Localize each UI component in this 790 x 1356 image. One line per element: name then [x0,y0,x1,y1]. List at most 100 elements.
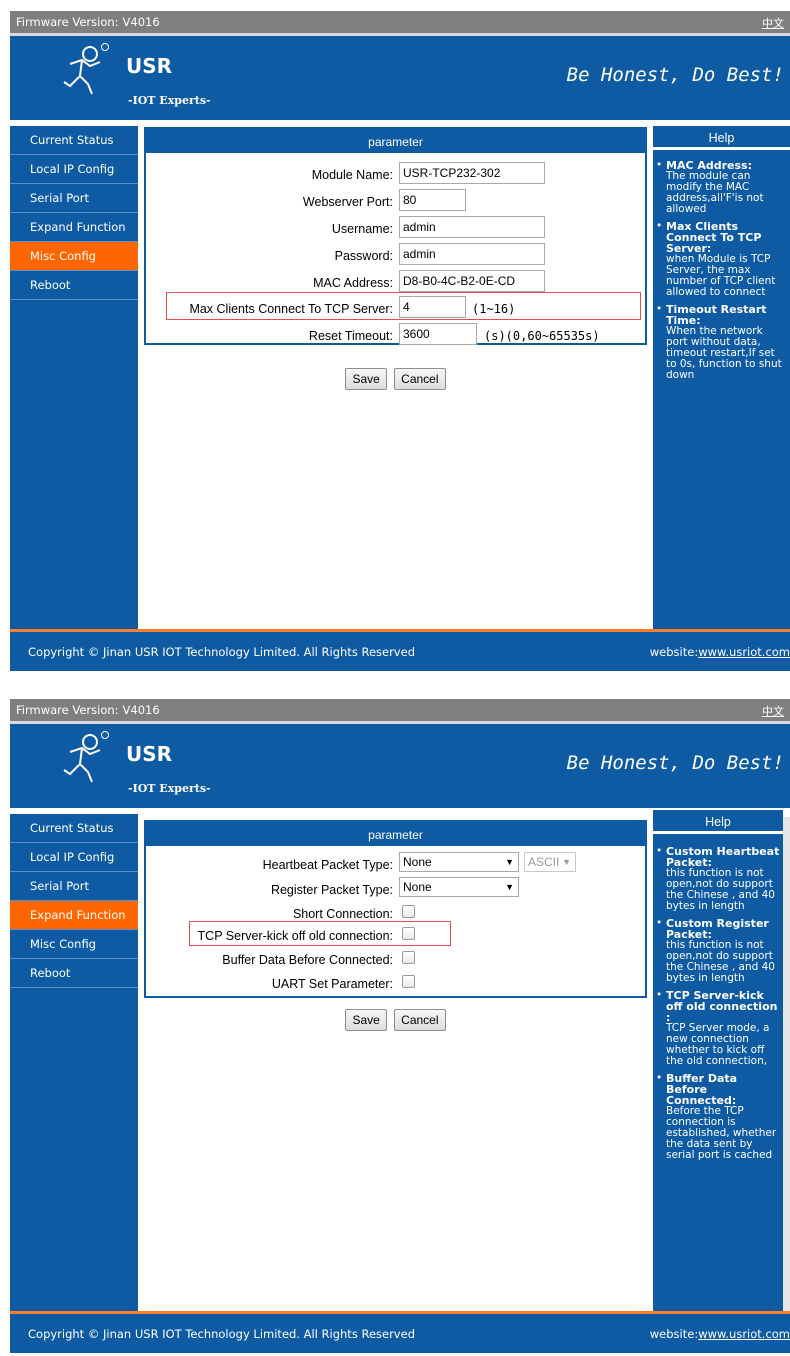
brand-subtitle: -IOT Experts- [128,782,211,795]
help-item-title: Custom Register Packet: [666,917,769,941]
cancel-button[interactable]: Cancel [394,368,446,390]
short-connection-checkbox[interactable] [402,905,415,918]
help-panel: Help • MAC Address: The module can modif… [653,126,790,629]
help-item-title: Timeout Restart Time: [666,303,767,327]
help-title: Help [653,126,790,150]
website-info: website:www.usriot.com [650,1327,790,1341]
mac-address-label: MAC Address: [313,276,393,290]
reset-timeout-input[interactable] [399,323,477,345]
max-clients-input[interactable] [399,296,466,318]
bullet: • [656,159,663,171]
help-item-title: Max Clients Connect To TCP Server: [666,220,762,255]
register-label: Register Packet Type: [270,883,393,897]
help-item-register: • Custom Register Packet: this function … [656,918,780,984]
uart-set-parameter-label: UART Set Parameter: [271,977,393,991]
sidebar-item-misc-config[interactable]: Misc Config [10,242,138,271]
sidebar-item-reboot[interactable]: Reboot [10,271,138,300]
form-buttons: Save Cancel [138,1009,653,1031]
dropdown-arrow-icon: ▼ [562,857,571,867]
kick-old-connection-checkbox[interactable] [402,927,415,940]
website-link[interactable]: www.usriot.com [698,1327,790,1341]
runner-logo-icon [63,731,109,783]
help-item-buffer-data: • Buffer Data Before Connected: Before t… [656,1073,780,1161]
dropdown-arrow-icon: ▼ [505,882,514,892]
top-bar: Firmware Version: V4016 中文 [10,11,790,33]
footer-divider [10,629,790,632]
mac-address-input[interactable] [399,270,545,292]
reset-timeout-label: Reset Timeout: [308,329,393,343]
max-clients-range: (1~16) [472,302,516,316]
heartbeat-label: Heartbeat Packet Type: [262,858,393,872]
firmware-info: Firmware Version: V4016 [16,703,160,717]
username-label: Username: [331,222,393,236]
help-scrollbar[interactable] [783,817,790,1311]
kick-old-connection-label: TCP Server-kick off old connection: [197,929,393,943]
panel-title: parameter [146,822,645,846]
heartbeat-format-select[interactable]: ASCII ▼ [524,852,576,872]
brand-subtitle: -IOT Experts- [128,94,211,107]
slogan: Be Honest, Do Best! [566,64,784,86]
bullet: • [656,220,663,232]
dropdown-arrow-icon: ▼ [505,857,514,867]
reset-timeout-unit: (s)(0,60~65535s) [484,329,600,343]
sidebar-item-serial-port[interactable]: Serial Port [10,184,138,213]
buffer-data-row: Buffer Data Before Connected: [146,946,649,972]
bullet: • [656,303,663,315]
top-bar: Firmware Version: V4016 中文 [10,699,790,721]
help-item-desc: TCP Server mode, a new connection whethe… [666,1022,770,1067]
sidebar-item-local-ip-config[interactable]: Local IP Config [10,155,138,184]
password-input[interactable] [399,243,545,265]
buffer-data-label: Buffer Data Before Connected: [222,953,393,967]
cancel-button[interactable]: Cancel [394,1009,446,1031]
help-item-heartbeat: • Custom Heartbeat Packet: this function… [656,846,780,912]
webserver-port-input[interactable] [399,189,466,211]
help-item-desc: Before the TCP connection is established… [666,1105,777,1161]
panel-title: parameter [146,129,645,153]
sidebar: Current Status Local IP Config Serial Po… [10,126,138,629]
short-connection-label: Short Connection: [292,907,393,921]
sidebar-item-current-status[interactable]: Current Status [10,126,138,155]
username-input[interactable] [399,216,545,238]
help-panel: Help • Custom Heartbeat Packet: this fun… [653,810,783,1312]
heartbeat-type-select[interactable]: None ▼ [399,852,519,872]
save-button[interactable]: Save [345,1009,387,1031]
help-list: • Custom Heartbeat Packet: this function… [653,834,783,1161]
module-name-label: Module Name: [311,168,393,182]
sidebar-item-expand-function[interactable]: Expand Function [10,213,138,242]
module-name-row: Module Name: [146,161,649,187]
save-button[interactable]: Save [345,368,387,390]
bullet: • [656,989,663,1001]
brand-name: USR [126,742,173,766]
register-row: Register Packet Type: None ▼ [146,876,649,902]
buffer-data-checkbox[interactable] [402,951,415,964]
uart-set-parameter-checkbox[interactable] [402,975,415,988]
kick-old-connection-row: TCP Server-kick off old connection: [146,922,649,948]
help-item-desc: this function is not open,not do support… [666,867,775,912]
language-link[interactable]: 中文 [762,703,784,719]
footer: Copyright © Jinan USR IOT Technology Lim… [10,1311,790,1353]
module-name-input[interactable] [399,162,545,184]
uart-set-parameter-row: UART Set Parameter: [146,970,649,996]
help-item-title: Custom Heartbeat Packet: [666,845,780,869]
bullet: • [656,917,663,929]
heartbeat-format-value: ASCII [528,855,560,869]
firmware-version: V4016 [122,703,160,717]
website-link[interactable]: www.usriot.com [698,645,790,659]
brand-name: USR [126,54,173,78]
sidebar-item-current-status[interactable]: Current Status [10,814,138,843]
sidebar-item-reboot[interactable]: Reboot [10,959,138,988]
bullet: • [656,845,663,857]
language-link[interactable]: 中文 [762,15,784,31]
website-label: website: [649,645,699,659]
username-row: Username: [146,215,649,241]
sidebar-item-local-ip-config[interactable]: Local IP Config [10,843,138,872]
sidebar-item-misc-config[interactable]: Misc Config [10,930,138,959]
sidebar-item-expand-function[interactable]: Expand Function [10,901,138,930]
reset-timeout-row: Reset Timeout: (s)(0,60~65535s) [146,322,649,348]
sidebar-item-serial-port[interactable]: Serial Port [10,872,138,901]
parameter-panel: parameter Heartbeat Packet Type: None ▼ A… [144,820,647,998]
register-type-select[interactable]: None ▼ [399,877,519,897]
header: USR -IOT Experts- Be Honest, Do Best! [10,36,790,120]
website-info: website:www.usriot.com [650,645,790,659]
form-buttons: Save Cancel [138,368,653,390]
